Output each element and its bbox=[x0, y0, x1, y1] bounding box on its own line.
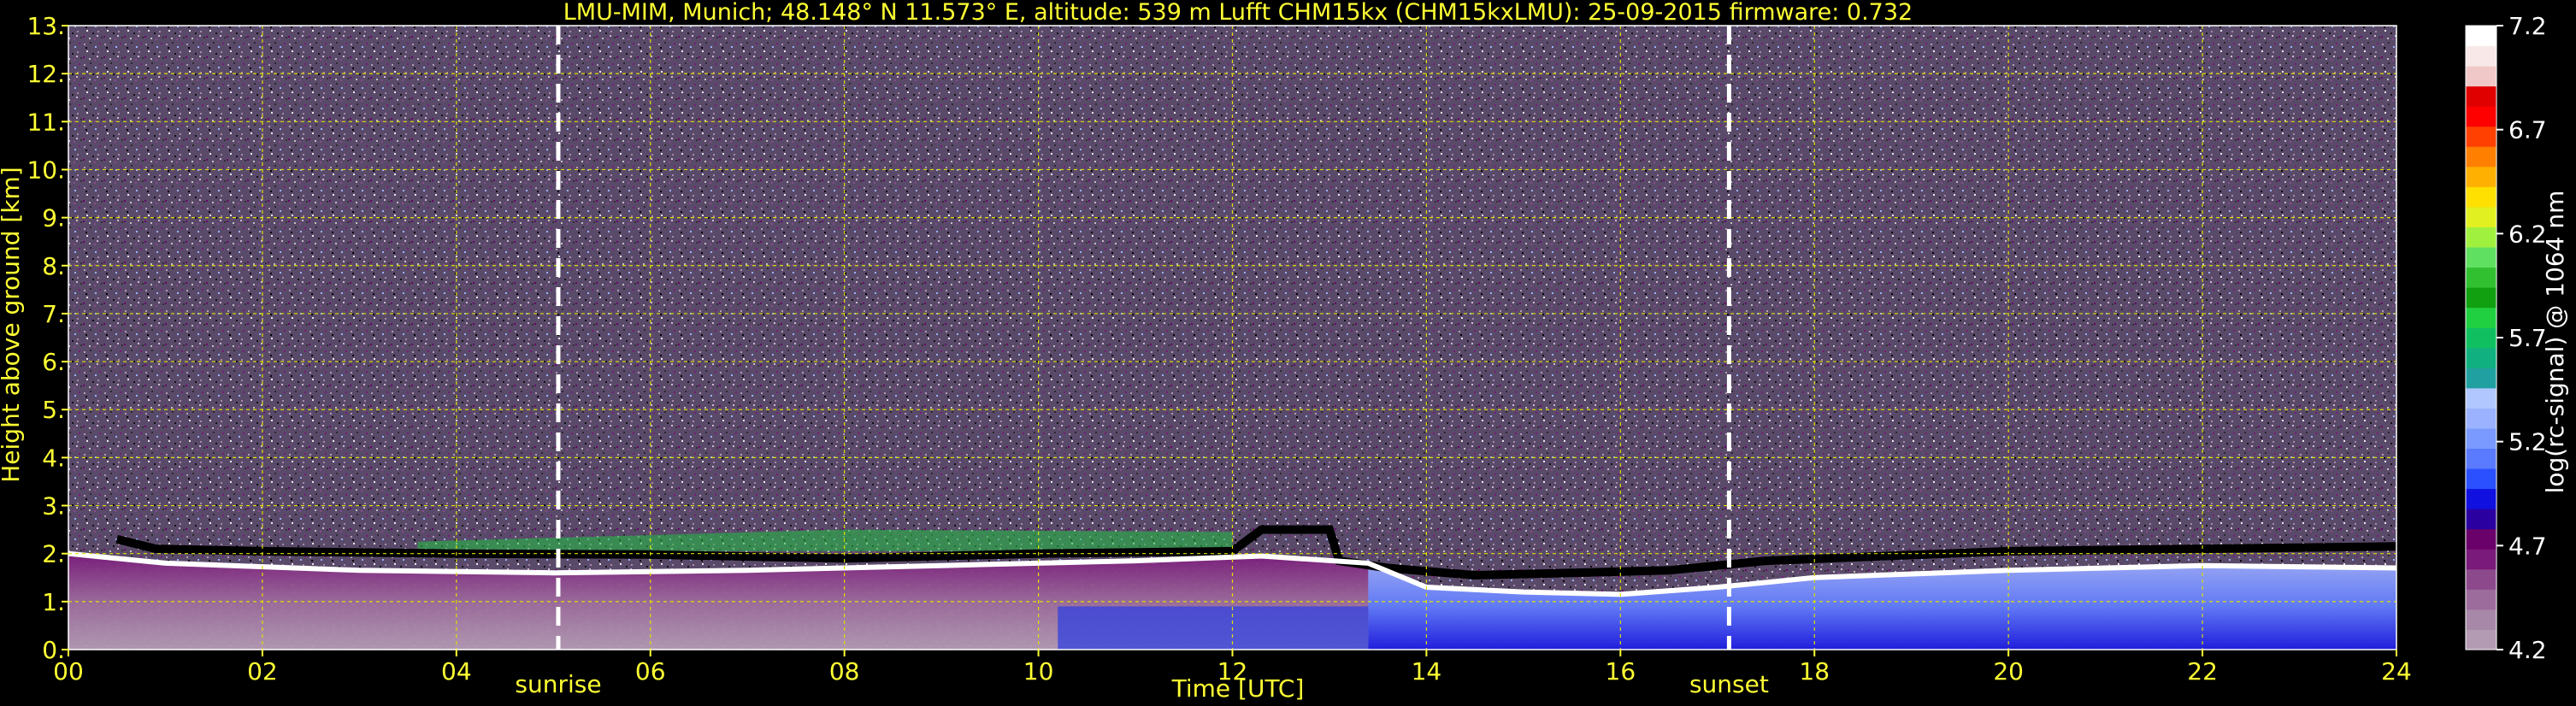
plot-area bbox=[68, 25, 2397, 650]
x-tick-label: 08 bbox=[829, 657, 860, 685]
y-tick-label: 12. bbox=[27, 60, 65, 88]
x-tick-label: 24 bbox=[2381, 657, 2412, 685]
y-tick-label: 3. bbox=[42, 492, 65, 521]
colorbar-segment bbox=[2466, 307, 2496, 328]
x-axis-label: Time [UTC] bbox=[1171, 674, 1305, 703]
colorbar-segment bbox=[2466, 609, 2496, 630]
y-tick-label: 9. bbox=[42, 204, 65, 232]
colorbar-segment bbox=[2466, 146, 2496, 168]
colorbar-tick-label: 6.7 bbox=[2508, 116, 2547, 144]
x-tick-label: 16 bbox=[1606, 657, 1636, 685]
x-tick-label: 02 bbox=[247, 657, 278, 685]
colorbar-segment bbox=[2466, 106, 2496, 127]
colorbar-segment bbox=[2466, 549, 2496, 570]
y-tick-label: 1. bbox=[42, 588, 65, 616]
colorbar-ticks: 4.24.75.25.76.26.77.2 bbox=[2496, 12, 2547, 664]
x-tick-label: 14 bbox=[1412, 657, 1442, 685]
colorbar-segment bbox=[2466, 629, 2496, 650]
y-tick-label: 0. bbox=[42, 636, 65, 664]
colorbar-segment bbox=[2466, 468, 2496, 490]
y-axis: 0. 1. 2. 3. 4. 5. 6. 7. 8. 9. 10. 11. 12. 13. bbox=[27, 12, 68, 664]
midday-aerosol-patch bbox=[1058, 606, 1369, 650]
colorbar-segment bbox=[2466, 66, 2496, 87]
colorbar-segment bbox=[2466, 227, 2496, 248]
colorbar-segment bbox=[2466, 26, 2496, 47]
colorbar-segment bbox=[2466, 247, 2496, 268]
colorbar-segment bbox=[2466, 45, 2496, 67]
colorbar-segment bbox=[2466, 427, 2496, 450]
x-tick-label: 20 bbox=[1993, 657, 2024, 685]
chart-title: LMU-MIM, Munich; 48.148° N 11.573° E, al… bbox=[563, 0, 1913, 26]
colorbar-tick-label: 4.7 bbox=[2508, 532, 2547, 560]
x-tick-label: 04 bbox=[441, 657, 472, 685]
colorbar-segment bbox=[2466, 509, 2496, 530]
y-tick-label: 8. bbox=[42, 252, 65, 280]
y-tick-label: 6. bbox=[42, 348, 65, 376]
colorbar-tick-label: 7.2 bbox=[2508, 12, 2547, 40]
ceilometer-chart: LMU-MIM, Munich; 48.148° N 11.573° E, al… bbox=[0, 0, 2569, 703]
colorbar-segment bbox=[2466, 528, 2496, 550]
colorbar-segment bbox=[2466, 368, 2496, 389]
colorbar-segment bbox=[2466, 206, 2496, 227]
colorbar-segment bbox=[2466, 347, 2496, 368]
colorbar-segment bbox=[2466, 327, 2496, 349]
x-tick-label: 10 bbox=[1023, 657, 1054, 685]
colorbar-segment bbox=[2466, 267, 2496, 288]
colorbar-tick-label: 4.2 bbox=[2508, 636, 2547, 664]
y-tick-label: 10. bbox=[27, 156, 65, 184]
x-tick-label: 06 bbox=[635, 657, 666, 685]
y-tick-label: 5. bbox=[42, 396, 65, 424]
colorbar-segment bbox=[2466, 589, 2496, 610]
sunset-label: sunset bbox=[1689, 670, 1769, 698]
colorbar-segment bbox=[2466, 488, 2496, 509]
colorbar-segment bbox=[2466, 166, 2496, 187]
y-tick-label: 4. bbox=[42, 444, 65, 472]
colorbar bbox=[2465, 25, 2497, 650]
colorbar-segment bbox=[2466, 387, 2496, 409]
colorbar-segment bbox=[2466, 408, 2496, 429]
colorbar-segment bbox=[2466, 448, 2496, 469]
y-axis-label: Height above ground [km] bbox=[0, 167, 25, 483]
colorbar-segment bbox=[2466, 568, 2496, 590]
colorbar-segment bbox=[2466, 287, 2496, 309]
x-tick-label: 22 bbox=[2187, 657, 2218, 685]
x-tick-label: 18 bbox=[1799, 657, 1830, 685]
colorbar-segment bbox=[2466, 186, 2496, 208]
colorbar-label: log(rc-signal) @ 1064 nm bbox=[2541, 191, 2569, 494]
sunrise-label: sunrise bbox=[515, 670, 601, 698]
y-tick-label: 7. bbox=[42, 300, 65, 328]
y-tick-label: 2. bbox=[42, 540, 65, 568]
colorbar-segment bbox=[2466, 126, 2496, 147]
y-tick-label: 11. bbox=[27, 108, 65, 136]
colorbar-segment bbox=[2466, 85, 2496, 107]
y-tick-label: 13. bbox=[27, 12, 65, 40]
